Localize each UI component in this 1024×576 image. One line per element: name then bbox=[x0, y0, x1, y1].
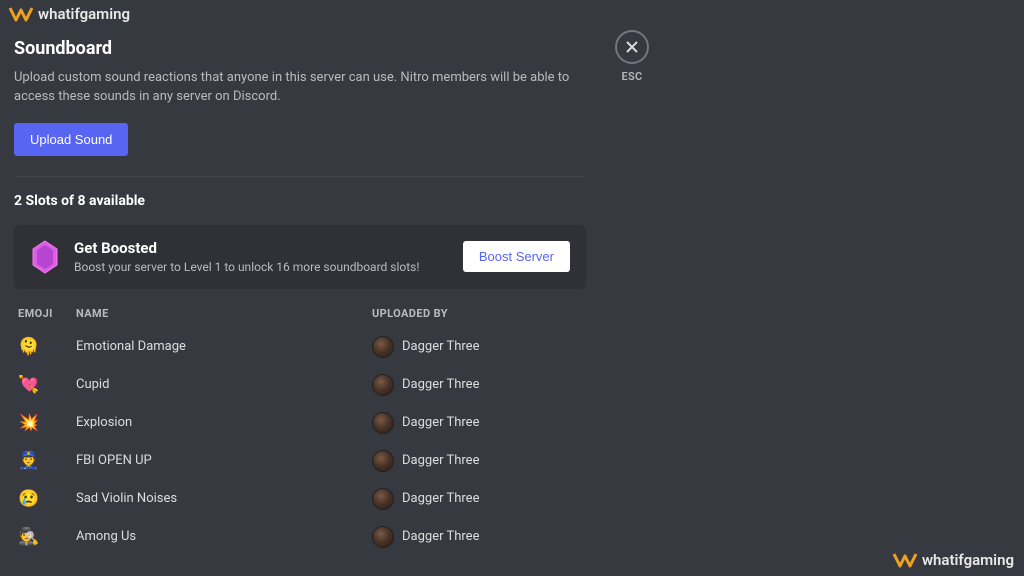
uploader-name: Dagger Three bbox=[402, 415, 479, 430]
uploader-avatar bbox=[372, 336, 394, 358]
boost-subtitle: Boost your server to Level 1 to unlock 1… bbox=[74, 260, 449, 274]
sound-emoji: 👮 bbox=[18, 451, 76, 471]
uploader-avatar bbox=[372, 450, 394, 472]
page-description: Upload custom sound reactions that anyon… bbox=[14, 69, 586, 107]
boost-title: Get Boosted bbox=[74, 239, 449, 257]
close-icon bbox=[624, 39, 640, 55]
divider bbox=[14, 176, 586, 177]
settings-panel: Soundboard Upload custom sound reactions… bbox=[0, 0, 600, 556]
uploader-avatar bbox=[372, 412, 394, 434]
sound-emoji: 😢 bbox=[18, 489, 76, 509]
sounds-list: 🫠Emotional Damage Dagger Three 💘Cupid Dagge… bbox=[14, 328, 586, 556]
sound-emoji: 🫠 bbox=[18, 337, 76, 357]
watermark-text: whatifgaming bbox=[38, 5, 130, 23]
uploader-name: Dagger Three bbox=[402, 529, 479, 544]
sound-emoji: 💥 bbox=[18, 413, 76, 433]
uploader-avatar bbox=[372, 374, 394, 396]
close-area: ESC bbox=[615, 30, 649, 83]
sound-name: Explosion bbox=[76, 415, 372, 430]
sound-uploader: Dagger Three bbox=[372, 336, 582, 358]
sound-uploader: Dagger Three bbox=[372, 488, 582, 510]
watermark-text: whatifgaming bbox=[922, 551, 1014, 569]
sound-row[interactable]: 🫠Emotional Damage Dagger Three bbox=[14, 328, 586, 366]
watermark-bottom: whatifgaming bbox=[892, 550, 1014, 570]
boost-server-button[interactable]: Boost Server bbox=[463, 241, 570, 272]
sound-uploader: Dagger Three bbox=[372, 412, 582, 434]
col-header-uploader: UPLOADED BY bbox=[372, 307, 582, 320]
col-header-name: NAME bbox=[76, 307, 372, 320]
sound-uploader: Dagger Three bbox=[372, 526, 582, 548]
watermark-top: whatifgaming bbox=[8, 4, 130, 24]
sound-name: Sad Violin Noises bbox=[76, 491, 372, 506]
sound-emoji: 💘 bbox=[18, 375, 76, 395]
watermark-logo-icon bbox=[892, 550, 918, 570]
boost-gem-icon bbox=[30, 239, 60, 275]
sound-uploader: Dagger Three bbox=[372, 450, 582, 472]
sound-row[interactable]: 😢Sad Violin Noises Dagger Three bbox=[14, 480, 586, 518]
boost-text: Get Boosted Boost your server to Level 1… bbox=[74, 239, 449, 274]
sound-name: FBI OPEN UP bbox=[76, 453, 372, 468]
uploader-name: Dagger Three bbox=[402, 491, 479, 506]
sound-row[interactable]: 👮FBI OPEN UP Dagger Three bbox=[14, 442, 586, 480]
sound-row[interactable]: 💥Explosion Dagger Three bbox=[14, 404, 586, 442]
uploader-avatar bbox=[372, 488, 394, 510]
watermark-logo-icon bbox=[8, 4, 34, 24]
upload-sound-button[interactable]: Upload Sound bbox=[14, 123, 128, 156]
uploader-name: Dagger Three bbox=[402, 339, 479, 354]
sound-name: Emotional Damage bbox=[76, 339, 372, 354]
close-button[interactable] bbox=[615, 30, 649, 64]
uploader-name: Dagger Three bbox=[402, 377, 479, 392]
boost-card: Get Boosted Boost your server to Level 1… bbox=[14, 225, 586, 289]
sound-uploader: Dagger Three bbox=[372, 374, 582, 396]
uploader-name: Dagger Three bbox=[402, 453, 479, 468]
sound-name: Cupid bbox=[76, 377, 372, 392]
sound-row[interactable]: 💘Cupid Dagger Three bbox=[14, 366, 586, 404]
sound-emoji: 🕵️ bbox=[18, 527, 76, 547]
col-header-emoji: EMOJI bbox=[18, 307, 76, 320]
sounds-table-header: EMOJI NAME UPLOADED BY bbox=[14, 307, 586, 328]
uploader-avatar bbox=[372, 526, 394, 548]
sound-name: Among Us bbox=[76, 529, 372, 544]
slots-available-text: 2 Slots of 8 available bbox=[14, 193, 586, 209]
sound-row[interactable]: 🕵️Among Us Dagger Three bbox=[14, 518, 586, 556]
page-title: Soundboard bbox=[14, 38, 586, 59]
close-label: ESC bbox=[621, 70, 642, 83]
